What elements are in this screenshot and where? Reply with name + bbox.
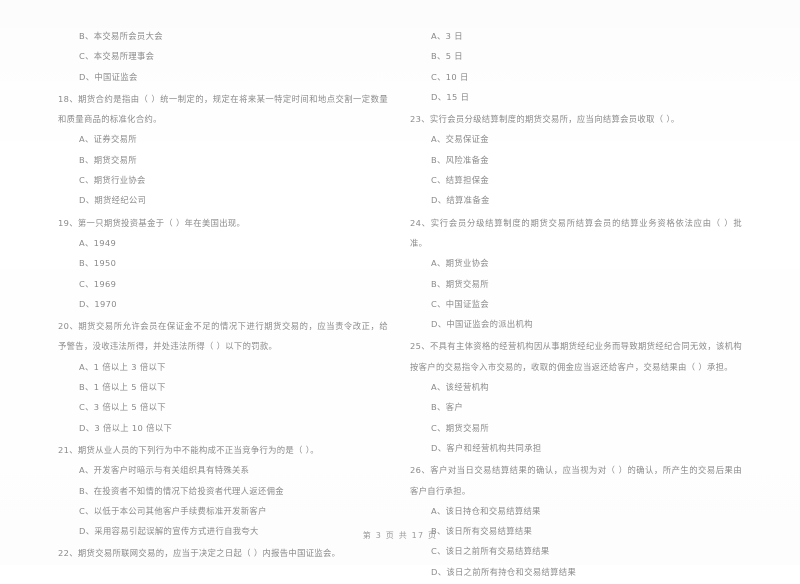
left-column: B、本交易所会员大会 C、本交易所理事会 D、中国证监会 18、期货合约是指由（… xyxy=(58,26,400,566)
option-item: B、期货交易所 xyxy=(431,278,489,289)
question-stem: 18、期货合约是指由（ ）统一制定的，规定在将来某一特定时间和地点交割一定数量和… xyxy=(58,93,388,125)
option-item: C、该日之前所有交易结算结果 xyxy=(431,546,550,557)
option-item: C、中国证监会 xyxy=(431,298,490,309)
question-21: 21、期货从业人员的下列行为中不能构成不正当竞争行为的是（ ）。 A、开发客户时… xyxy=(58,440,388,541)
question-19: 19、第一只期货投资基金于（ ）年在美国出现。 A、1949 B、1950 C、… xyxy=(58,213,388,314)
option-item: D、结算准备金 xyxy=(431,195,490,206)
page-footer: 第 3 页 共 17 页 xyxy=(362,531,438,540)
question-stem: 26、客户对当日交易结算结果的确认，应当视为对（ ）的确认，所产生的交易后果由客… xyxy=(410,465,742,496)
option-item: A、该日持仓和交易结算结果 xyxy=(431,505,541,516)
question-18: 18、期货合约是指由（ ）统一制定的，规定在将来某一特定时间和地点交割一定数量和… xyxy=(58,89,388,211)
question-23: 23、实行会员分级结算制度的期货交易所，应当向结算会员收取（ ）。 A、交易保证… xyxy=(410,109,742,210)
option-item: B、风险准备金 xyxy=(431,154,489,165)
question-20: 20、期货交易所允许会员在保证金不足的情况下进行期货交易的，应当责令改正，给予警… xyxy=(58,316,388,438)
two-column-layout: B、本交易所会员大会 C、本交易所理事会 D、中国证监会 18、期货合约是指由（… xyxy=(58,26,742,577)
option-item: B、在投资者不知情的情况下给投资者代理人返还佣金 xyxy=(79,485,284,496)
option-item: A、1 倍以上 3 倍以下 xyxy=(79,361,166,372)
question-stem: 24、实行会员分级结算制度的期货交易所结算会员的结算业务资格依法应由（ ）批准。 xyxy=(410,217,742,248)
option-item: A、该经营机构 xyxy=(431,382,489,393)
option-item: C、期货行业协会 xyxy=(79,175,146,186)
option-item: D、3 倍以上 10 倍以下 xyxy=(79,422,173,433)
option-item: B、期货交易所 xyxy=(79,154,137,165)
option-item: B、1 倍以上 5 倍以下 xyxy=(79,382,166,393)
option-item: C、结算担保金 xyxy=(431,175,490,186)
question-stem: 25、不具有主体资格的经营机构因从事期货经纪业务而导致期货经纪合同无效，该机构按… xyxy=(410,341,742,372)
option-item: B、5 日 xyxy=(431,51,463,62)
option-item: A、开发客户时暗示与有关组织具有特殊关系 xyxy=(79,465,250,476)
option-item: A、1949 xyxy=(79,237,117,248)
option-item: B、1950 xyxy=(79,258,117,269)
option-item: D、1970 xyxy=(79,298,117,309)
question-stem: 23、实行会员分级结算制度的期货交易所，应当向结算会员收取（ ）。 xyxy=(410,114,680,125)
option-item: C、以低于本公司其他客户手续费标准开发新客户 xyxy=(79,505,267,516)
option-item: D、客户和经营机构共同承担 xyxy=(431,442,542,453)
question-stem: 21、期货从业人员的下列行为中不能构成不正当竞争行为的是（ ）。 xyxy=(58,444,319,455)
option-item: C、1969 xyxy=(79,278,117,289)
question-24: 24、实行会员分级结算制度的期货交易所结算会员的结算业务资格依法应由（ ）批准。… xyxy=(410,213,742,335)
question-22: 22、期货交易所联网交易的，应当于决定之日起（ ）内报告中国证监会。 xyxy=(58,543,388,563)
option-item: B、客户 xyxy=(431,402,463,413)
option-item: B、本交易所会员大会 xyxy=(79,31,163,41)
option-item: D、15 日 xyxy=(431,91,470,102)
question-stem: 20、期货交易所允许会员在保证金不足的情况下进行期货交易的，应当责令改正，给予警… xyxy=(58,321,388,352)
question-stem: 22、期货交易所联网交易的，应当于决定之日起（ ）内报告中国证监会。 xyxy=(58,548,341,559)
option-item: C、期货交易所 xyxy=(431,422,490,433)
option-item: A、证券交易所 xyxy=(79,134,137,145)
option-item: D、中国证监会的派出机构 xyxy=(431,319,533,330)
option-item: C、3 倍以上 5 倍以下 xyxy=(79,402,166,413)
question-stem: 19、第一只期货投资基金于（ ）年在美国出现。 xyxy=(58,217,246,228)
option-item: D、期货经纪公司 xyxy=(79,195,147,206)
option-item: C、本交易所理事会 xyxy=(79,51,155,62)
option-item: C、10 日 xyxy=(431,71,469,82)
continued-options-group: B、本交易所会员大会 C、本交易所理事会 D、中国证监会 xyxy=(58,26,388,87)
right-column: A、3 日 B、5 日 C、10 日 D、15 日 23、实行会员分级结算制度的… xyxy=(400,26,742,584)
question-26: 26、客户对当日交易结算结果的确认，应当视为对（ ）的确认，所产生的交易后果由客… xyxy=(410,460,742,582)
continued-options-group: A、3 日 B、5 日 C、10 日 D、15 日 xyxy=(410,26,742,107)
option-item: A、期货业协会 xyxy=(431,258,489,269)
option-item: D、中国证监会 xyxy=(79,71,138,82)
question-25: 25、不具有主体资格的经营机构因从事期货经纪业务而导致期货经纪合同无效，该机构按… xyxy=(410,336,742,458)
option-item: A、交易保证金 xyxy=(431,134,489,145)
document-page: B、本交易所会员大会 C、本交易所理事会 D、中国证监会 18、期货合约是指由（… xyxy=(0,0,800,577)
option-item: A、3 日 xyxy=(431,31,463,41)
